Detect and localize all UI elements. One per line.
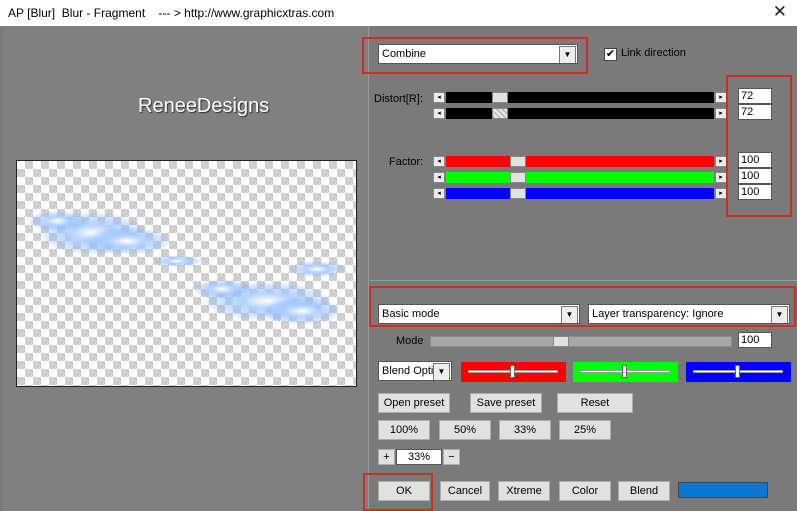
open-preset-button[interactable]: Open preset — [378, 393, 450, 413]
zoom-minus-button[interactable]: − — [443, 449, 460, 465]
factor-label: Factor: — [389, 156, 424, 168]
distort-slider-2-thumb[interactable] — [492, 108, 508, 119]
factor-green-left-arrow-icon[interactable]: ◂ — [433, 172, 445, 183]
distort-label: Distort[R]: — [374, 93, 423, 105]
distort-1-left-arrow-icon[interactable]: ◂ — [433, 92, 445, 103]
factor-slider-red-thumb[interactable] — [510, 156, 526, 167]
blend-button[interactable]: Blend — [618, 481, 670, 501]
mode-label: Mode — [396, 335, 424, 347]
mode-select-value: Combine — [382, 48, 427, 60]
cancel-button[interactable]: Cancel — [440, 481, 490, 501]
chevron-down-icon[interactable]: ▼ — [559, 46, 576, 63]
preview-cloud-graphic — [27, 211, 347, 325]
factor-slider-red[interactable] — [446, 156, 714, 167]
xtreme-button[interactable]: Xtreme — [498, 481, 550, 501]
mode-slider[interactable] — [430, 336, 732, 347]
factor-slider-green-thumb[interactable] — [510, 172, 526, 183]
chevron-down-icon[interactable]: ▼ — [433, 363, 450, 380]
blend-options-select[interactable]: Blend Optio ▼ — [378, 361, 452, 381]
blend-red-slider-thumb[interactable] — [510, 365, 515, 378]
reset-button[interactable]: Reset — [557, 393, 633, 413]
preview-image[interactable] — [16, 160, 357, 387]
zoom-33-button[interactable]: 33% — [499, 420, 551, 440]
blend-color-swatch[interactable] — [678, 482, 768, 498]
basic-mode-select[interactable]: Basic mode ▼ — [378, 304, 580, 324]
layer-transparency-select-value: Layer transparency: Ignore — [592, 308, 724, 320]
zoom-plus-button[interactable]: + — [378, 449, 395, 465]
close-icon[interactable]: ✕ — [773, 2, 787, 22]
basic-mode-select-value: Basic mode — [382, 308, 440, 320]
save-preset-button[interactable]: Save preset — [470, 393, 542, 413]
zoom-50-button[interactable]: 50% — [439, 420, 491, 440]
factor-blue-left-arrow-icon[interactable]: ◂ — [433, 188, 445, 199]
distort-slider-1-thumb[interactable] — [492, 92, 508, 103]
separator — [370, 280, 797, 281]
mode-value[interactable]: 100 — [738, 332, 772, 348]
chevron-down-icon[interactable]: ▼ — [771, 306, 788, 323]
layer-transparency-select[interactable]: Layer transparency: Ignore ▼ — [588, 304, 790, 324]
values-highlight — [726, 75, 792, 217]
blend-options-select-value: Blend Optio — [382, 365, 440, 377]
distort-slider-2[interactable] — [446, 108, 714, 119]
factor-slider-blue[interactable] — [446, 188, 714, 199]
window-title: AP [Blur] Blur - Fragment --- > http://w… — [8, 6, 335, 20]
zoom-value[interactable]: 33% — [396, 449, 442, 465]
link-direction-checkbox[interactable]: ✔ — [604, 48, 617, 61]
distort-2-left-arrow-icon[interactable]: ◂ — [433, 108, 445, 119]
color-button[interactable]: Color — [559, 481, 611, 501]
mode-select[interactable]: Combine ▼ — [378, 44, 578, 64]
ok-button[interactable]: OK — [378, 481, 430, 501]
factor-slider-blue-thumb[interactable] — [510, 188, 526, 199]
distort-slider-1[interactable] — [446, 92, 714, 103]
mode-slider-thumb[interactable] — [553, 336, 569, 347]
blend-green-slider-thumb[interactable] — [622, 365, 627, 378]
zoom-100-button[interactable]: 100% — [378, 420, 430, 440]
logo-text: ReneeDesigns — [138, 95, 270, 117]
factor-red-left-arrow-icon[interactable]: ◂ — [433, 156, 445, 167]
blend-blue-slider-thumb[interactable] — [735, 365, 740, 378]
link-direction-label: Link direction — [621, 47, 686, 59]
factor-slider-green[interactable] — [446, 172, 714, 183]
chevron-down-icon[interactable]: ▼ — [561, 306, 578, 323]
zoom-25-button[interactable]: 25% — [559, 420, 611, 440]
